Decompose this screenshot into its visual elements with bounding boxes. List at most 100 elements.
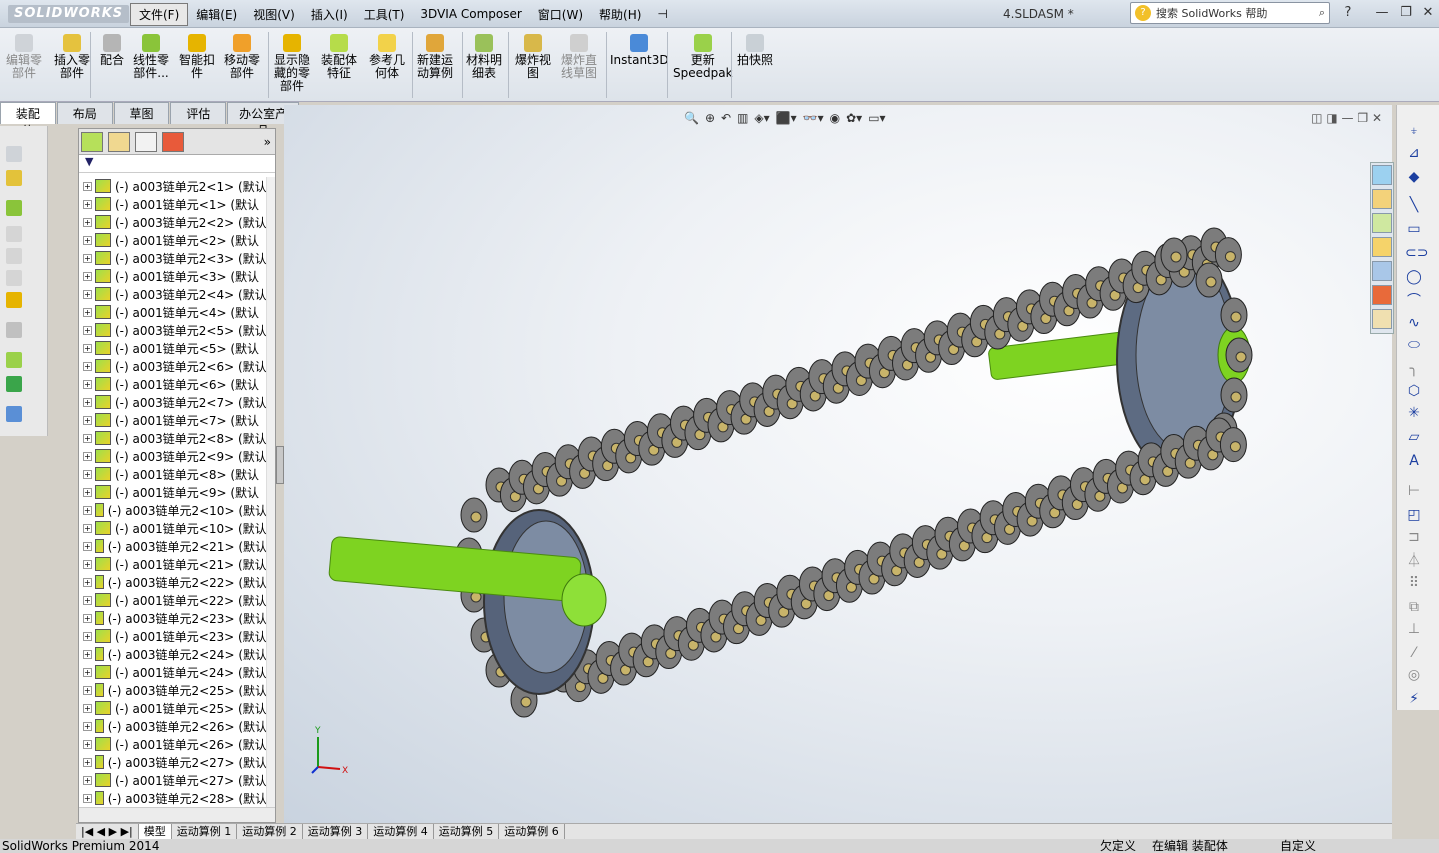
tree-row[interactable]: + (-) a003链单元2<21> (默认 [79,537,267,555]
pin-icon[interactable]: ⊣ [649,5,675,23]
tree-row[interactable]: + (-) a001链单元<27> (默认 [79,771,267,789]
expand-icon[interactable]: + [83,631,92,641]
expand-icon[interactable]: + [83,307,92,317]
reference-geometry-button[interactable]: 参考几 何体 [369,34,405,80]
curve-icon[interactable] [6,376,22,392]
tree-row[interactable]: + (-) a001链单元<7> (默认 [79,411,267,429]
assembly-features-button[interactable]: 装配体 特征 [321,34,357,80]
help-icon[interactable]: ? [1338,4,1358,22]
coordinate-system-icon[interactable]: ⍖ [1405,123,1423,139]
tree-horizontal-scrollbar[interactable] [79,807,275,822]
expand-icon[interactable]: + [83,487,92,497]
expand-icon[interactable]: + [83,343,92,353]
update-speedpak-button[interactable]: 更新 Speedpak [673,34,733,80]
tree-row[interactable]: + (-) a003链单元2<28> (默认 [79,789,267,807]
tree-row[interactable]: + (-) a001链单元<2> (默认 [79,231,267,249]
search-icon[interactable]: ⌕ [1319,6,1325,20]
menu-tools[interactable]: 工具(T) [356,4,413,25]
move-component-button[interactable]: 移动零 部件 [224,34,260,80]
spline-icon[interactable]: ∿ [1405,315,1423,331]
polygon-icon[interactable]: ⬡ [1405,383,1423,399]
close-button[interactable]: ✕ [1418,4,1438,22]
tree-row[interactable]: + (-) a001链单元<8> (默认 [79,465,267,483]
panel-splitter[interactable] [276,446,284,484]
tab-motion-study-2[interactable]: 运动算例 2 [237,824,303,840]
minimize-button[interactable]: — [1372,4,1392,22]
edit-component-icon[interactable] [6,146,22,162]
tree-row[interactable]: + (-) a003链单元2<24> (默认 [79,645,267,663]
custom-properties-icon[interactable] [1372,309,1392,329]
file-explorer-icon[interactable] [1372,237,1392,257]
menu-file[interactable]: 文件(F) [130,2,189,26]
menu-3dvia[interactable]: 3DVIA Composer [412,5,529,23]
tab-motion-study-4[interactable]: 运动算例 4 [368,824,434,840]
expand-panel-icon[interactable]: » [264,135,271,149]
fillet-icon[interactable]: ╮ [1405,361,1423,377]
tree-row[interactable]: + (-) a003链单元2<22> (默认 [79,573,267,591]
property-manager-tab-icon[interactable] [108,131,130,152]
display-manager-tab-icon[interactable] [162,131,184,152]
take-snapshot-button[interactable]: 拍快照 [737,34,773,67]
solidworks-resources-icon[interactable] [1372,165,1392,185]
tab-layout[interactable]: 布局 [56,102,113,124]
expand-icon[interactable]: + [83,289,92,299]
tree-row[interactable]: + (-) a001链单元<22> (默认 [79,591,267,609]
tab-sketch[interactable]: 草图 [113,102,170,124]
rapid-sketch-icon[interactable]: ⚡ [1405,691,1423,707]
expand-icon[interactable]: + [83,739,92,749]
expand-icon[interactable]: + [83,361,92,371]
tree-row[interactable]: + (-) a003链单元2<25> (默认 [79,681,267,699]
expand-icon[interactable]: + [83,649,92,659]
quick-snaps-icon[interactable]: ◎ [1405,667,1423,683]
menu-window[interactable]: 窗口(W) [530,4,591,25]
menu-insert[interactable]: 插入(I) [303,4,356,25]
tree-row[interactable]: + (-) a001链单元<9> (默认 [79,483,267,501]
expand-icon[interactable]: + [83,469,92,479]
tree-row[interactable]: + (-) a003链单元2<23> (默认 [79,609,267,627]
explode-line-sketch-button[interactable]: 爆炸直 线草图 [561,34,597,80]
hide-icon[interactable] [6,226,22,242]
tree-row[interactable]: + (-) a003链单元2<10> (默认 [79,501,267,519]
plane-icon[interactable]: ▱ [1405,429,1423,445]
tab-motion-study-6[interactable]: 运动算例 6 [499,824,565,840]
home-icon[interactable] [1372,189,1392,209]
mate-button[interactable]: 配合 [100,34,124,67]
exploded-view-button[interactable]: 爆炸视图 [515,34,551,80]
sketch-tool-icon[interactable]: ◆ [1405,169,1423,185]
mirror-icon[interactable]: ⏃ [1405,553,1423,569]
rectangle-icon[interactable]: ▭ [1405,221,1423,237]
tree-scrollbar[interactable] [266,177,275,807]
tab-motion-study-1[interactable]: 运动算例 1 [172,824,238,840]
expand-icon[interactable]: + [83,559,92,569]
expand-icon[interactable]: + [83,613,92,623]
filter-icon[interactable]: ▼ [79,155,275,173]
tree-row[interactable]: + (-) a003链单元2<8> (默认 [79,429,267,447]
smart-dimension-icon[interactable]: ⊿ [1405,145,1423,161]
tree-row[interactable]: + (-) a001链单元<1> (默认 [79,195,267,213]
sketch-pattern-icon[interactable]: ⠿ [1405,575,1423,591]
expand-icon[interactable]: + [83,199,92,209]
instant3d-icon[interactable] [6,406,22,422]
menu-edit[interactable]: 编辑(E) [188,4,245,25]
tree-row[interactable]: + (-) a001链单元<25> (默认 [79,699,267,717]
expand-icon[interactable]: + [83,595,92,605]
repair-sketch-icon[interactable]: ⁄ [1405,645,1423,661]
expand-icon[interactable]: + [83,433,92,443]
tree-row[interactable]: + (-) a003链单元2<6> (默认 [79,357,267,375]
graphics-viewport[interactable]: 🔍 ⊕ ↶ ▥ ◈▾ ⬛▾ 👓▾ ◉ ✿▾ ▭▾ ◫ ◨ — ❐ ✕ Y X [284,105,1392,823]
expand-icon[interactable]: + [83,217,92,227]
expand-icon[interactable]: + [83,253,92,263]
expand-icon[interactable]: + [83,541,92,551]
tree-row[interactable]: + (-) a003链单元2<1> (默认 [79,177,267,195]
expand-icon[interactable]: + [83,577,92,587]
configuration-tab-icon[interactable] [135,131,157,152]
relations-icon[interactable]: ⊥ [1405,621,1423,637]
expand-icon[interactable]: + [83,523,92,533]
tree-row[interactable]: + (-) a001链单元<6> (默认 [79,375,267,393]
tree-row[interactable]: + (-) a003链单元2<4> (默认 [79,285,267,303]
offset-icon[interactable]: ⊐ [1405,529,1423,545]
expand-icon[interactable]: + [83,271,92,281]
tree-row[interactable]: + (-) a001链单元<24> (默认 [79,663,267,681]
design-library-icon[interactable] [1372,213,1392,233]
expand-icon[interactable]: + [83,685,92,695]
